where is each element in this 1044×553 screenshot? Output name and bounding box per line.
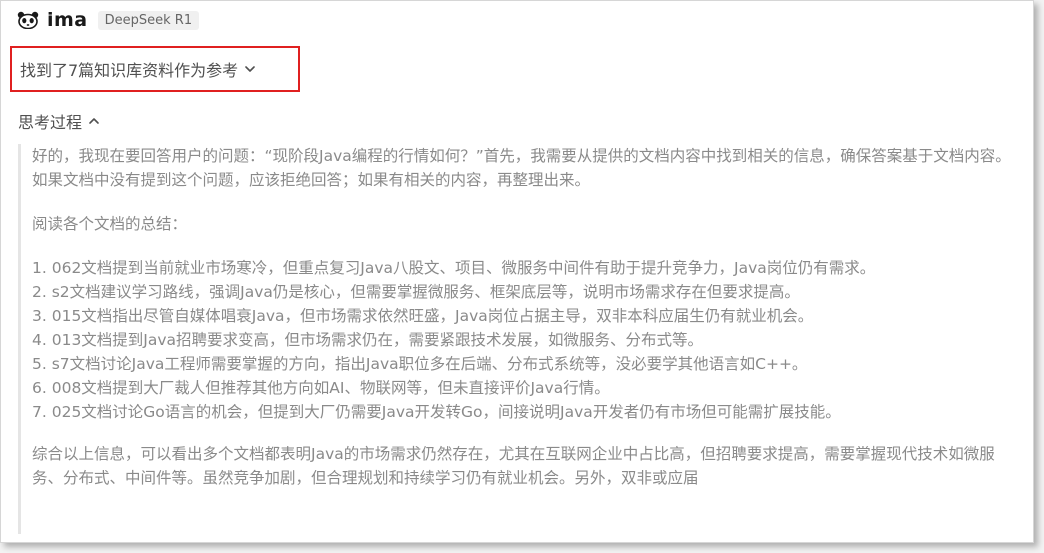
chat-window: ima DeepSeek R1 找到了7篇知识库资料作为参考 思考过程 好的，我… <box>0 0 1034 543</box>
thinking-label: 思考过程 <box>18 113 83 132</box>
list-item: 7. 025文档讨论Go语言的机会，但提到大厂仍需要Java开发转Go，间接说明… <box>32 403 841 421</box>
list-item: 2. s2文档建议学习路线，强调Java仍是核心，但需要掌握微服务、框架底层等，… <box>32 283 800 301</box>
list-item: 3. 015文档指出尽管自媒体唱衰Java，但市场需求依然旺盛，Java岗位占据… <box>32 307 814 325</box>
thinking-conclusion: 综合以上信息，可以看出多个文档都表明Java的市场需求仍然存在，尤其在互联网企业… <box>32 445 995 487</box>
chevron-down-icon <box>245 66 255 72</box>
app-header: ima DeepSeek R1 <box>17 7 200 33</box>
thinking-content: 好的，我现在要回答用户的问题：“现阶段Java编程的行情如何？”首先，我需要从提… <box>18 144 1028 534</box>
thinking-intro: 好的，我现在要回答用户的问题：“现阶段Java编程的行情如何？”首先，我需要从提… <box>32 147 1011 189</box>
list-item: 5. s7文档讨论Java工程师需要掌握的方向，指出Java职位多在后端、分布式… <box>32 355 808 373</box>
model-badge: DeepSeek R1 <box>97 10 200 30</box>
list-item: 1. 062文档提到当前就业市场寒冷，但重点复习Java八股文、项目、微服务中间… <box>32 259 876 277</box>
references-toggle[interactable]: 找到了7篇知识库资料作为参考 <box>10 46 300 92</box>
list-item: 4. 013文档提到Java招聘要求变高，但市场需求仍在，需要紧跟技术发展，如微… <box>32 331 704 349</box>
thinking-toggle[interactable]: 思考过程 <box>18 108 100 134</box>
list-item: 6. 008文档提到大厂裁人但推荐其他方向如AI、物联网等，但未直接评价Java… <box>32 379 610 397</box>
app-name: ima <box>47 9 88 31</box>
references-label: 找到了7篇知识库资料作为参考 <box>20 61 239 80</box>
panda-icon <box>17 11 39 29</box>
chevron-up-icon <box>89 118 99 124</box>
summary-heading: 阅读各个文档的总结： <box>32 215 188 233</box>
